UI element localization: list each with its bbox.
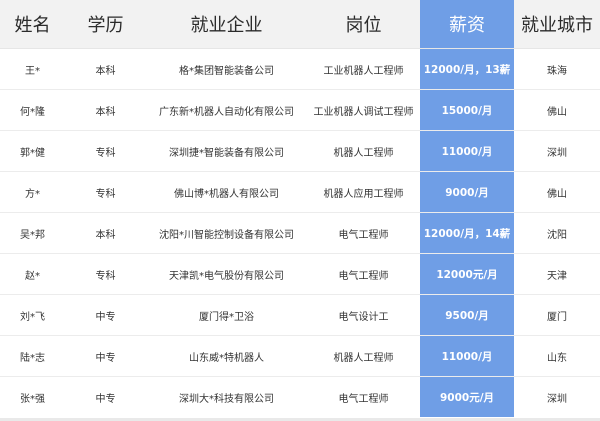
cell-name: 吴*邦: [0, 212, 65, 254]
cell-position: 工业机器人调试工程师: [307, 89, 420, 131]
employment-salary-table-page: 姓名 学历 就业企业 岗位 薪资 就业城市 王* 本科 格*集团智能装备公司 工…: [0, 0, 600, 421]
cell-name: 赵*: [0, 253, 65, 295]
header-salary: 薪资: [420, 0, 514, 49]
cell-city: 深圳: [547, 393, 567, 405]
header-company: 就业企业: [146, 0, 307, 49]
cell-position: 电气工程师: [307, 212, 420, 254]
cell-name: 刘*飞: [0, 294, 65, 336]
cell-education: 专科: [65, 130, 146, 172]
cell-salary: 9000/月: [420, 171, 514, 213]
header-position: 岗位: [307, 0, 420, 49]
cell-name: 何*隆: [0, 89, 65, 131]
header-city: 就业城市: [514, 0, 600, 49]
cell-education: 本科: [65, 212, 146, 254]
cell-name: 郭*健: [0, 130, 65, 172]
cell-company: 深圳大*科技有限公司: [179, 393, 274, 405]
cell-education: 中专: [95, 393, 116, 405]
cell-education: 中专: [65, 294, 146, 336]
cell-company: 天津凯*电气股份有限公司: [146, 253, 307, 295]
cell-salary: 12000/月，13薪: [420, 48, 514, 90]
cell-position: 电气工程师: [338, 393, 389, 405]
header-education: 学历: [65, 0, 146, 49]
header-name: 姓名: [0, 0, 65, 49]
cell-city: 深圳: [514, 130, 600, 172]
table-row: 刘*飞 中专 厦门得*卫浴 电气设计工 9500/月 厦门: [0, 294, 600, 336]
table-header-row: 姓名 学历 就业企业 岗位 薪资 就业城市: [0, 0, 600, 49]
cell-position: 电气设计工: [307, 294, 420, 336]
cell-salary: 15000/月: [420, 89, 514, 131]
table-row: 赵* 专科 天津凯*电气股份有限公司 电气工程师 12000元/月 天津: [0, 253, 600, 295]
table-row: 吴*邦 本科 沈阳*川智能控制设备有限公司 电气工程师 12000/月，14薪 …: [0, 212, 600, 254]
cell-company: 广东新*机器人自动化有限公司: [146, 89, 307, 131]
cell-education: 本科: [65, 89, 146, 131]
cell-salary: 11000/月: [420, 130, 514, 172]
cell-city: 山东: [514, 335, 600, 377]
cell-city: 沈阳: [514, 212, 600, 254]
cell-name: 王*: [0, 48, 65, 90]
cell-city: 佛山: [514, 89, 600, 131]
cell-name: 方*: [0, 171, 65, 213]
cell-salary: 12000元/月: [420, 253, 514, 295]
cell-city: 佛山: [514, 171, 600, 213]
cell-company: 沈阳*川智能控制设备有限公司: [146, 212, 307, 254]
table-row: 王* 本科 格*集团智能装备公司 工业机器人工程师 12000/月，13薪 珠海: [0, 48, 600, 90]
cell-position: 机器人应用工程师: [307, 171, 420, 213]
table-row: 郭*健 专科 深圳捷*智能装备有限公司 机器人工程师 11000/月 深圳: [0, 130, 600, 172]
table-row: 方* 专科 佛山博*机器人有限公司 机器人应用工程师 9000/月 佛山: [0, 171, 600, 213]
cell-position: 电气工程师: [307, 253, 420, 295]
cell-city: 厦门: [514, 294, 600, 336]
cell-education: 专科: [65, 253, 146, 295]
table-row: 张*强 中专 深圳大*科技有限公司 电气工程师 9000元/月 深圳: [0, 376, 600, 417]
cell-position: 机器人工程师: [307, 335, 420, 377]
employment-table: 姓名 学历 就业企业 岗位 薪资 就业城市 王* 本科 格*集团智能装备公司 工…: [0, 0, 600, 417]
cell-company: 山东威*特机器人: [146, 335, 307, 377]
cell-company: 深圳捷*智能装备有限公司: [146, 130, 307, 172]
cell-company: 厦门得*卫浴: [146, 294, 307, 336]
table-row: 陆*志 中专 山东威*特机器人 机器人工程师 11000/月 山东: [0, 335, 600, 377]
table-row: 何*隆 本科 广东新*机器人自动化有限公司 工业机器人调试工程师 15000/月…: [0, 89, 600, 131]
cell-city: 天津: [514, 253, 600, 295]
cell-salary: 9500/月: [420, 294, 514, 336]
cell-position: 机器人工程师: [307, 130, 420, 172]
cell-city: 珠海: [514, 48, 600, 90]
cell-company: 格*集团智能装备公司: [146, 48, 307, 90]
cell-education: 中专: [65, 335, 146, 377]
cell-position: 工业机器人工程师: [307, 48, 420, 90]
cell-salary: 11000/月: [420, 335, 514, 377]
cell-salary: 9000元/月: [420, 376, 514, 417]
cell-company: 佛山博*机器人有限公司: [146, 171, 307, 213]
cell-name: 张*强: [20, 393, 45, 405]
cell-education: 专科: [65, 171, 146, 213]
cell-salary: 12000/月，14薪: [420, 212, 514, 254]
cell-education: 本科: [65, 48, 146, 90]
cell-name: 陆*志: [0, 335, 65, 377]
